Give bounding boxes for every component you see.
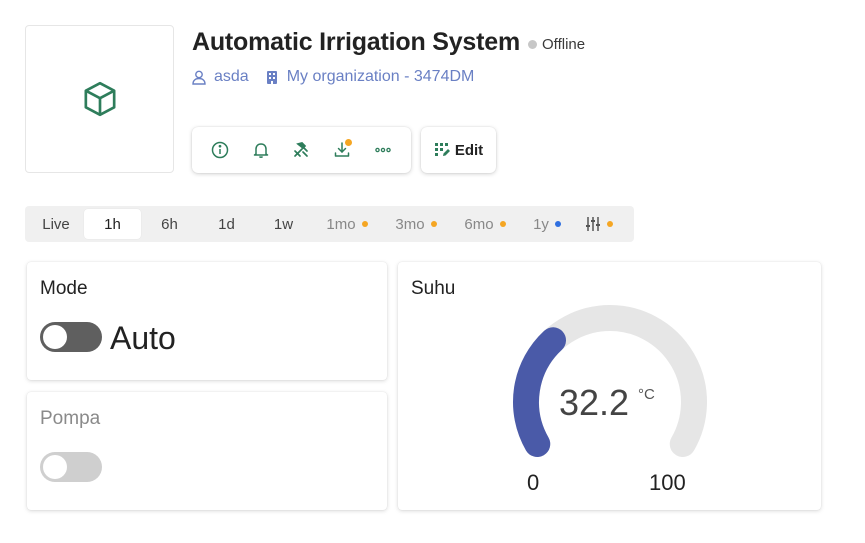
tools-button[interactable] [286, 135, 316, 165]
range-live[interactable]: Live [28, 209, 84, 239]
pompa-switch[interactable] [40, 452, 102, 482]
building-icon [266, 70, 277, 84]
range-dot [554, 221, 561, 227]
gauge-fill [513, 327, 567, 457]
switch-knob [43, 455, 67, 479]
organization-link[interactable]: My organization - 3474DM [265, 68, 475, 86]
status-badge: Offline [528, 36, 585, 53]
user-icon [192, 70, 206, 85]
device-toolbar [192, 127, 411, 173]
range-label: 3mo [395, 215, 425, 233]
info-icon [212, 141, 229, 159]
range-label: 1y [533, 215, 549, 233]
range-label: Live [42, 215, 70, 233]
more-button[interactable] [368, 135, 398, 165]
notifications-button[interactable] [246, 135, 276, 165]
range-label: 1w [273, 215, 294, 233]
range-1d[interactable]: 1d [198, 209, 255, 239]
mode-value: Auto [110, 320, 176, 356]
status-dot [528, 40, 537, 49]
download-button[interactable] [327, 135, 357, 165]
gauge-value: 32.2 [559, 382, 630, 423]
range-label: 1h [104, 215, 121, 233]
widget-suhu: Suhu 32.2 °C 0 100 [398, 262, 821, 510]
range-dot [499, 221, 506, 227]
device-thumbnail [25, 25, 174, 173]
device-meta: asda My organization - 3474DM [192, 68, 490, 86]
more-icon [374, 147, 391, 153]
organization-name: My organization - 3474DM [286, 68, 475, 85]
switch-knob [43, 325, 67, 349]
owner-link[interactable]: asda [192, 68, 249, 86]
edit-button[interactable]: Edit [421, 127, 496, 173]
edit-label: Edit [454, 141, 484, 159]
range-1mo[interactable]: 1mo [312, 209, 382, 239]
range-1y[interactable]: 1y [520, 209, 574, 239]
range-6h[interactable]: 6h [141, 209, 198, 239]
tools-icon [294, 142, 309, 157]
sliders-icon [586, 217, 600, 231]
time-range-selector: Live 1h 6h 1d 1w 1mo 3mo 6mo 1y [25, 206, 634, 242]
widget-mode: Mode Auto [27, 262, 387, 380]
range-3mo[interactable]: 3mo [382, 209, 450, 239]
mode-switch[interactable] [40, 322, 102, 352]
cube-icon [84, 81, 115, 117]
range-settings[interactable] [574, 209, 624, 239]
range-label: 1mo [326, 215, 356, 233]
status-text: Offline [542, 36, 586, 53]
gauge-min: 0 [527, 470, 540, 495]
range-1h[interactable]: 1h [84, 209, 141, 239]
range-label: 6h [161, 215, 178, 233]
page-title: Automatic Irrigation System [192, 28, 520, 56]
range-dot [430, 221, 437, 227]
range-dot [361, 221, 368, 227]
range-label: 6mo [464, 215, 494, 233]
widget-title: Mode [40, 278, 88, 299]
header: Automatic Irrigation System Offline [192, 28, 585, 57]
bell-icon [253, 143, 269, 158]
owner-name: asda [214, 68, 249, 85]
dashboard-edit-icon [434, 143, 450, 156]
info-button[interactable] [205, 135, 235, 165]
widget-title: Pompa [40, 408, 101, 429]
gauge-max: 100 [649, 470, 686, 495]
range-1w[interactable]: 1w [255, 209, 312, 239]
widget-pompa: Pompa [27, 392, 387, 510]
range-label: 1d [218, 215, 235, 233]
range-dot [607, 221, 613, 227]
range-6mo[interactable]: 6mo [450, 209, 520, 239]
gauge-unit: °C [638, 386, 655, 403]
